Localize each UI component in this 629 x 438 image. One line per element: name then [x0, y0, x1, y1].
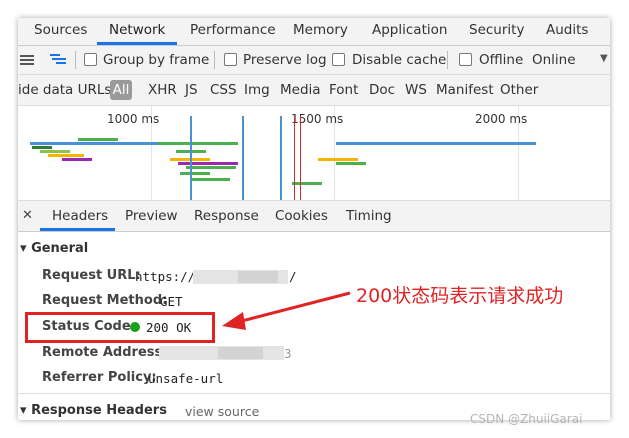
group-by-frame-checkbox[interactable] [84, 53, 97, 66]
request-url-label: Request URL: [42, 268, 141, 283]
view-source-link[interactable]: view source [185, 404, 259, 419]
offline-label[interactable]: Offline [479, 52, 523, 68]
waterfall-bar [32, 146, 52, 149]
tab-headers[interactable]: Headers [52, 208, 108, 224]
menu-icon[interactable] [20, 55, 34, 65]
request-url-suffix: / [289, 269, 297, 284]
offline-checkbox[interactable] [459, 53, 472, 66]
referrer-policy-value: unsafe-url [148, 371, 224, 386]
remote-address-suffix: 3 [284, 346, 292, 361]
timeline-tick-label: 1500 ms [291, 112, 344, 126]
timeline-tick-label: 2000 ms [475, 112, 528, 126]
active-detail-tab-indicator [40, 228, 115, 231]
tab-network[interactable]: Network [109, 22, 165, 38]
chevron-down-icon[interactable]: ▼ [600, 53, 608, 64]
throttling-select[interactable]: Online [532, 52, 576, 68]
referrer-policy-label: Referrer Policy: [42, 370, 157, 385]
waterfall-bar [62, 158, 92, 161]
annotation-text: 200状态码表示请求成功 [356, 285, 564, 307]
timeline-overview[interactable]: 1000 ms 1500 ms 2000 ms [18, 106, 610, 201]
filter-all-button[interactable]: All [110, 80, 132, 100]
filter-manifest[interactable]: Manifest [436, 82, 494, 98]
group-by-frame-label[interactable]: Group by frame [103, 52, 209, 68]
waterfall-bar [48, 154, 84, 157]
waterfall-bar [186, 166, 236, 169]
filter-xhr[interactable]: XHR [148, 82, 177, 98]
filter-media[interactable]: Media [280, 82, 321, 98]
tab-timing[interactable]: Timing [346, 208, 392, 224]
watermark: CSDN @ZhuiiGarai [470, 412, 583, 426]
toolbar-divider [447, 51, 448, 69]
waterfall-bar [78, 138, 118, 141]
toolbar-divider [214, 51, 215, 69]
disable-cache-label[interactable]: Disable cache [352, 52, 446, 68]
tab-audits[interactable]: Audits [546, 22, 588, 38]
general-section-header[interactable]: ▾ General [20, 241, 88, 256]
preserve-log-checkbox[interactable] [224, 53, 237, 66]
request-url-value: https:// [135, 269, 196, 284]
general-section-title: General [31, 241, 89, 256]
close-icon[interactable]: ✕ [22, 208, 33, 223]
waterfall-bar [318, 158, 358, 161]
tab-security[interactable]: Security [469, 22, 524, 38]
remote-address-label: Remote Address: [42, 345, 168, 360]
redacted-url [238, 271, 278, 283]
devtools-window: Sources Network Performance Memory Appli… [18, 18, 610, 420]
filter-js[interactable]: JS [185, 82, 198, 98]
waterfall-bar [292, 182, 322, 185]
timing-marker [300, 116, 301, 200]
timing-marker [294, 116, 295, 200]
waterfall-bar [336, 162, 366, 165]
filter-css[interactable]: CSS [210, 82, 237, 98]
waterfall-bar [158, 142, 238, 145]
tab-sources[interactable]: Sources [34, 22, 87, 38]
filter-img[interactable]: Img [244, 82, 270, 98]
request-method-value: GET [160, 294, 183, 309]
filter-other[interactable]: Other [500, 82, 538, 98]
tab-application[interactable]: Application [372, 22, 447, 38]
hide-data-urls-label[interactable]: ide data URLs [18, 82, 111, 98]
waterfall-bar [40, 150, 70, 153]
toolbar-divider [75, 51, 76, 69]
waterfall-view-icon[interactable] [50, 54, 66, 66]
filter-doc[interactable]: Doc [369, 82, 395, 98]
tab-memory[interactable]: Memory [293, 22, 348, 38]
redacted-address [218, 347, 263, 359]
waterfall-bar [336, 142, 536, 145]
timeline-tick-label: 1000 ms [107, 112, 160, 126]
load-marker [242, 116, 244, 200]
tab-response[interactable]: Response [194, 208, 259, 224]
active-tab-indicator [97, 42, 177, 45]
devtools-tab-bar: Sources Network Performance Memory Appli… [18, 18, 610, 46]
request-method-label: Request Method: [42, 293, 168, 308]
disable-cache-checkbox[interactable] [332, 53, 345, 66]
filter-ws[interactable]: WS [405, 82, 427, 98]
response-headers-title: Response Headers [31, 403, 167, 418]
tab-performance[interactable]: Performance [190, 22, 276, 38]
preserve-log-label[interactable]: Preserve log [243, 52, 327, 68]
response-headers-section-header[interactable]: ▾ Response Headers [20, 403, 167, 418]
status-code-highlight [25, 312, 215, 343]
network-toolbar: Group by frame Preserve log Disable cach… [18, 46, 610, 75]
waterfall-bar [178, 162, 238, 165]
waterfall-bar [190, 178, 230, 181]
tab-cookies[interactable]: Cookies [275, 208, 328, 224]
dom-content-loaded-marker [190, 116, 192, 200]
waterfall-bar [180, 172, 210, 175]
section-divider [18, 393, 610, 394]
request-detail-tabs: ✕ Headers Preview Response Cookies Timin… [18, 201, 610, 232]
tab-preview[interactable]: Preview [125, 208, 178, 224]
filter-font[interactable]: Font [329, 82, 358, 98]
filter-bar: ide data URLs All XHR JS CSS Img Media F… [18, 75, 610, 106]
timing-marker [280, 116, 282, 200]
